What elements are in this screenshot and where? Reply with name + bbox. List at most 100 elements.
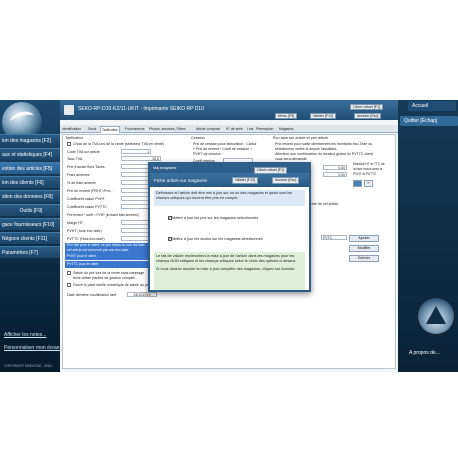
update-stocks-label: Mettre à jour les stocks sur les magasin… <box>172 237 263 241</box>
dialog-info: Définissez si l'article doit être mis à … <box>154 190 305 206</box>
prix-achat-label: Prix d'achat Hors Taxes <box>67 165 105 169</box>
assistant-icon[interactable] <box>353 180 362 187</box>
cession-text-1: Prix de cession pour facturation : Calcu… <box>193 142 257 146</box>
validate-button[interactable]: Valider [F12] <box>310 113 337 119</box>
eco-text-4: vous sera demandé. <box>275 157 308 161</box>
dialog-note-text-2: Si vous désirez annuler la mise à jour c… <box>156 267 296 271</box>
marge-label: Marge HT <box>67 221 83 225</box>
saisie-prix-label: Saisie du prix lors de la vente sans mes… <box>73 271 145 275</box>
nav-label: aux et statistiques [F4] <box>2 152 53 158</box>
window-title: SEKO-RP-D10-KZ/11-UKIT - Imprimante SEIK… <box>78 106 204 112</box>
pvttc-label: PVTTC (Hors éco-taxe) <box>67 237 105 241</box>
nav-outils[interactable]: Outils [F9] <box>0 204 60 216</box>
nav-label: ion des magasins [F2] <box>2 138 51 144</box>
nav-label: Outils [F9] <box>19 208 43 214</box>
window-titlebar: SEKO-RP-D10-KZ/11-UKIT - Imprimante SEIK… <box>60 100 398 120</box>
coef-pvttc-label: Coefficient calcul PVTTC <box>67 205 107 209</box>
about-link[interactable]: A propos de... <box>409 350 440 356</box>
eco-text-1: Prix revient pour saisir directement les… <box>275 142 373 146</box>
brand-triangle-icon <box>426 306 446 324</box>
dialog-client-button[interactable]: Client virtuel [F1] <box>254 167 287 174</box>
section-ecotaxe: Éco-taxe sur article et prix article <box>273 136 329 140</box>
nav-parametres[interactable]: Paramètres [F7] <box>0 246 60 258</box>
copyright-text: COPYRIGHT MODCOM - 2015... <box>4 364 55 368</box>
tab-identification[interactable]: Identification <box>61 126 82 133</box>
nav-label: ion des clients [F6] <box>2 180 44 186</box>
fiche-article-label: fiche article (tarifée de gestion comple… <box>73 276 138 280</box>
saisie-prix-checkbox[interactable] <box>67 271 71 275</box>
nav-clients[interactable]: ion des clients [F6] <box>0 176 60 188</box>
quit-button[interactable]: Quitter [Échap] <box>400 116 458 126</box>
tva-choice-checkbox[interactable] <box>67 142 71 146</box>
dialog-validate-button[interactable]: Valider [F12] <box>232 177 259 184</box>
nav-statistiques[interactable]: aux et statistiques [F4] <box>0 148 60 160</box>
dialog-header: Fiche article sur magasins Client virtue… <box>150 167 309 187</box>
eco-value-1[interactable]: 0,00 <box>323 165 347 170</box>
nav-label: Paramètres [F7] <box>2 250 38 256</box>
tab-tarification[interactable]: Tarification <box>100 126 121 133</box>
tva-choice-label: Choix de la TVA lors de la vente (sélect… <box>73 142 165 146</box>
pvht-label: PVHT (hors éco-taxe) <box>67 229 102 233</box>
tab-article-compose[interactable]: Article composé <box>195 126 221 133</box>
nav-fournisseurs[interactable]: gace fournisseurs [F10] <box>0 218 60 230</box>
ajouter-button[interactable]: Ajouter <box>349 235 379 242</box>
article-icon <box>64 105 74 115</box>
tab-fournisseurs[interactable]: Fournisseurs <box>124 126 146 133</box>
dialog-note-text-1: Le fait de valider enclenchera la mise à… <box>156 254 297 263</box>
montant-ht-ttc-label: Montant HT et TTC de <box>353 162 385 166</box>
currency-select[interactable]: PVTC <box>321 235 347 240</box>
dialog-note: Le fait de valider enclenchera la mise à… <box>154 252 305 290</box>
prix-revient-note: Prix revient * coeff = PVHT (incluant fr… <box>67 213 139 217</box>
delete-icon[interactable]: ✕ <box>364 180 373 187</box>
code-tva-field[interactable]: 1 <box>121 149 151 154</box>
pct-frais-label: % de frais annexe <box>67 181 96 185</box>
dialog-cancel-button[interactable]: Annuler [Esc] <box>272 177 300 184</box>
section-tarification: Tarification <box>65 136 84 140</box>
coef-pvht-label: Coefficient calcul PVHT <box>67 197 105 201</box>
ouvrir-pave-label: Ouvrir le pavé tactile numérique de sais… <box>73 283 151 287</box>
cession-text-3: PVHT de cession <box>193 152 221 156</box>
tab-magasins[interactable]: Magasins <box>278 126 295 133</box>
tab-peremption[interactable]: Péremption <box>255 126 274 133</box>
frais-annexes-label: Frais annexes <box>67 173 90 177</box>
pvht-pvttc-label: PVHT et PVTTC <box>353 172 377 176</box>
menu-button[interactable]: Menu [F9] <box>275 113 298 119</box>
nav-label: Négoce clients [F11] <box>2 236 48 242</box>
eco-taxe-incluse-label: la taxe inclus avec le <box>353 167 383 171</box>
pvttc-client-label: PVTTC pour le client <box>65 261 151 268</box>
tab-lots[interactable]: Lots <box>246 126 254 133</box>
prix-revient-label: Prix de revient (PRHT=Prix... <box>67 189 114 193</box>
quit-label: Quitter [Échap] <box>404 118 438 124</box>
code-tva-label: Code TVA sur article <box>67 150 100 154</box>
eco-text-2: sélectionner celles ci depuis l'assistan… <box>275 147 338 151</box>
taux-tva-label: Taux TVA <box>67 157 83 161</box>
customize-screen-link[interactable]: Personnaliser mon écran... <box>4 345 64 351</box>
eco-text-3: Attention une confirmation du recalcul g… <box>275 152 373 156</box>
nav-donnees[interactable]: stion des données [F8] <box>0 190 60 202</box>
nav-label: stion des données [F8] <box>2 194 53 200</box>
date-modification-field[interactable]: 24/12/2015 <box>127 292 157 297</box>
pvht-client-label: PVHT pour le client <box>65 253 151 260</box>
cancel-button[interactable]: Annuler [Esc] <box>354 113 382 119</box>
show-notes-link[interactable]: Afficher les notes... <box>4 332 46 338</box>
ouvrir-pave-checkbox[interactable] <box>67 283 71 287</box>
client-price-info: Prix fixé pour le client, ce prix inclus… <box>65 243 151 253</box>
tab-bar: Identification Stock Tarification Fourni… <box>60 125 398 133</box>
home-button[interactable]: Accueil <box>408 101 456 111</box>
modifier-button[interactable]: Modifier <box>349 245 379 252</box>
tab-stock[interactable]: Stock <box>87 126 97 133</box>
nav-negoce-clients[interactable]: Négoce clients [F11] <box>0 232 60 244</box>
nav-label: estion des articles [F5] <box>2 166 53 172</box>
enlever-button[interactable]: Enlever <box>349 255 379 262</box>
section-cession: Cession <box>191 136 205 140</box>
dialog-header-title: Fiche article sur magasins <box>154 178 208 183</box>
tab-numero-serie[interactable]: N° de série <box>225 126 244 133</box>
home-label: Accueil <box>412 103 429 109</box>
eco-value-2[interactable]: 0,00 <box>323 172 347 177</box>
nav-label: gace fournisseurs [F10] <box>2 222 55 228</box>
tab-photos[interactable]: Photos, associés, Filtres <box>148 126 187 133</box>
maj-magasins-dialog: Maj magasins Fiche article sur magasins … <box>148 162 311 292</box>
nav-magasins[interactable]: ion des magasins [F2] <box>0 134 60 146</box>
client-virtuel-button[interactable]: Client virtuel [F1] <box>350 104 383 110</box>
nav-articles[interactable]: estion des articles [F5] <box>0 162 60 174</box>
